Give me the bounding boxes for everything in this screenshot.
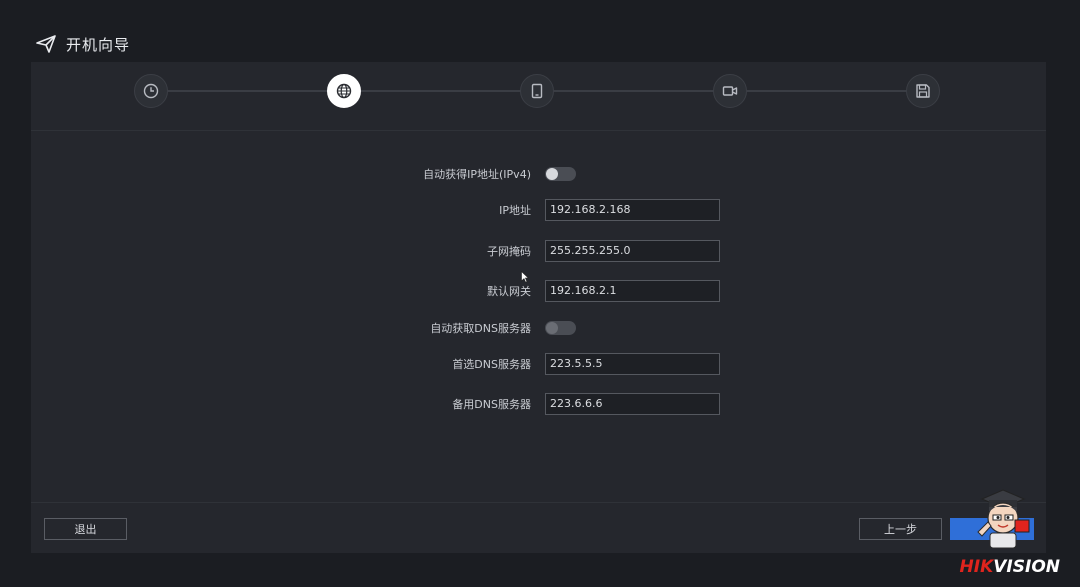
wizard-title-bar: 开机向导 <box>36 30 130 58</box>
auto-dns-row: 自动获取DNS服务器 <box>31 316 1046 340</box>
step-connector <box>361 90 522 92</box>
alternate-dns-field[interactable]: 223.6.6.6 <box>545 393 720 415</box>
step-camera[interactable] <box>713 74 747 108</box>
auto-ip-toggle[interactable] <box>545 167 576 181</box>
send-icon <box>36 35 56 53</box>
auto-dns-toggle[interactable] <box>545 321 576 335</box>
clock-icon <box>143 83 159 99</box>
dns2-row: 备用DNS服务器 223.6.6.6 <box>31 392 1046 416</box>
mask-row: 子网掩码 255.255.255.0 <box>31 239 1046 263</box>
wizard-panel: 自动获得IP地址(IPv4) IP地址 192.168.2.168 子网掩码 2… <box>31 62 1046 553</box>
brand-part-2: VISION <box>993 557 1060 577</box>
toggle-knob <box>546 322 558 334</box>
video-icon <box>722 86 738 96</box>
hikvision-logo: HIKVISION <box>960 557 1060 577</box>
auto-ip-label: 自动获得IP地址(IPv4) <box>423 168 531 181</box>
toggle-knob <box>546 168 558 180</box>
preferred-dns-label: 首选DNS服务器 <box>452 358 531 371</box>
globe-icon <box>336 83 352 99</box>
subnet-mask-field[interactable]: 255.255.255.0 <box>545 240 720 262</box>
tablet-icon <box>531 83 543 99</box>
gateway-field[interactable]: 192.168.2.1 <box>545 280 720 302</box>
step-connector <box>554 90 715 92</box>
auto-dns-label: 自动获取DNS服务器 <box>430 322 531 335</box>
step-time[interactable] <box>134 74 168 108</box>
step-connector <box>168 90 329 92</box>
step-network[interactable] <box>327 74 361 108</box>
mouse-cursor-icon <box>521 271 529 283</box>
auto-ip-row: 自动获得IP地址(IPv4) <box>31 162 1046 186</box>
mascot-logo <box>977 489 1030 549</box>
save-icon <box>916 84 930 98</box>
brand-part-1: HIK <box>959 557 994 577</box>
step-connector <box>747 90 908 92</box>
ip-address-field[interactable]: 192.168.2.168 <box>545 199 720 221</box>
step-storage[interactable] <box>906 74 940 108</box>
step-device[interactable] <box>520 74 554 108</box>
wizard-title: 开机向导 <box>66 35 131 54</box>
preferred-dns-field[interactable]: 223.5.5.5 <box>545 353 720 375</box>
exit-button[interactable]: 退出 <box>44 518 127 540</box>
wizard-footer: 退出 上一步 <box>31 502 1046 554</box>
dns1-row: 首选DNS服务器 223.5.5.5 <box>31 352 1046 376</box>
wizard-stepper <box>31 62 1046 131</box>
ip-row: IP地址 192.168.2.168 <box>31 198 1046 222</box>
subnet-mask-label: 子网掩码 <box>487 245 531 258</box>
gateway-row: 默认网关 192.168.2.1 <box>31 279 1046 303</box>
alternate-dns-label: 备用DNS服务器 <box>452 398 531 411</box>
previous-step-button[interactable]: 上一步 <box>859 518 942 540</box>
gateway-label: 默认网关 <box>487 285 531 298</box>
ip-label: IP地址 <box>499 204 531 217</box>
